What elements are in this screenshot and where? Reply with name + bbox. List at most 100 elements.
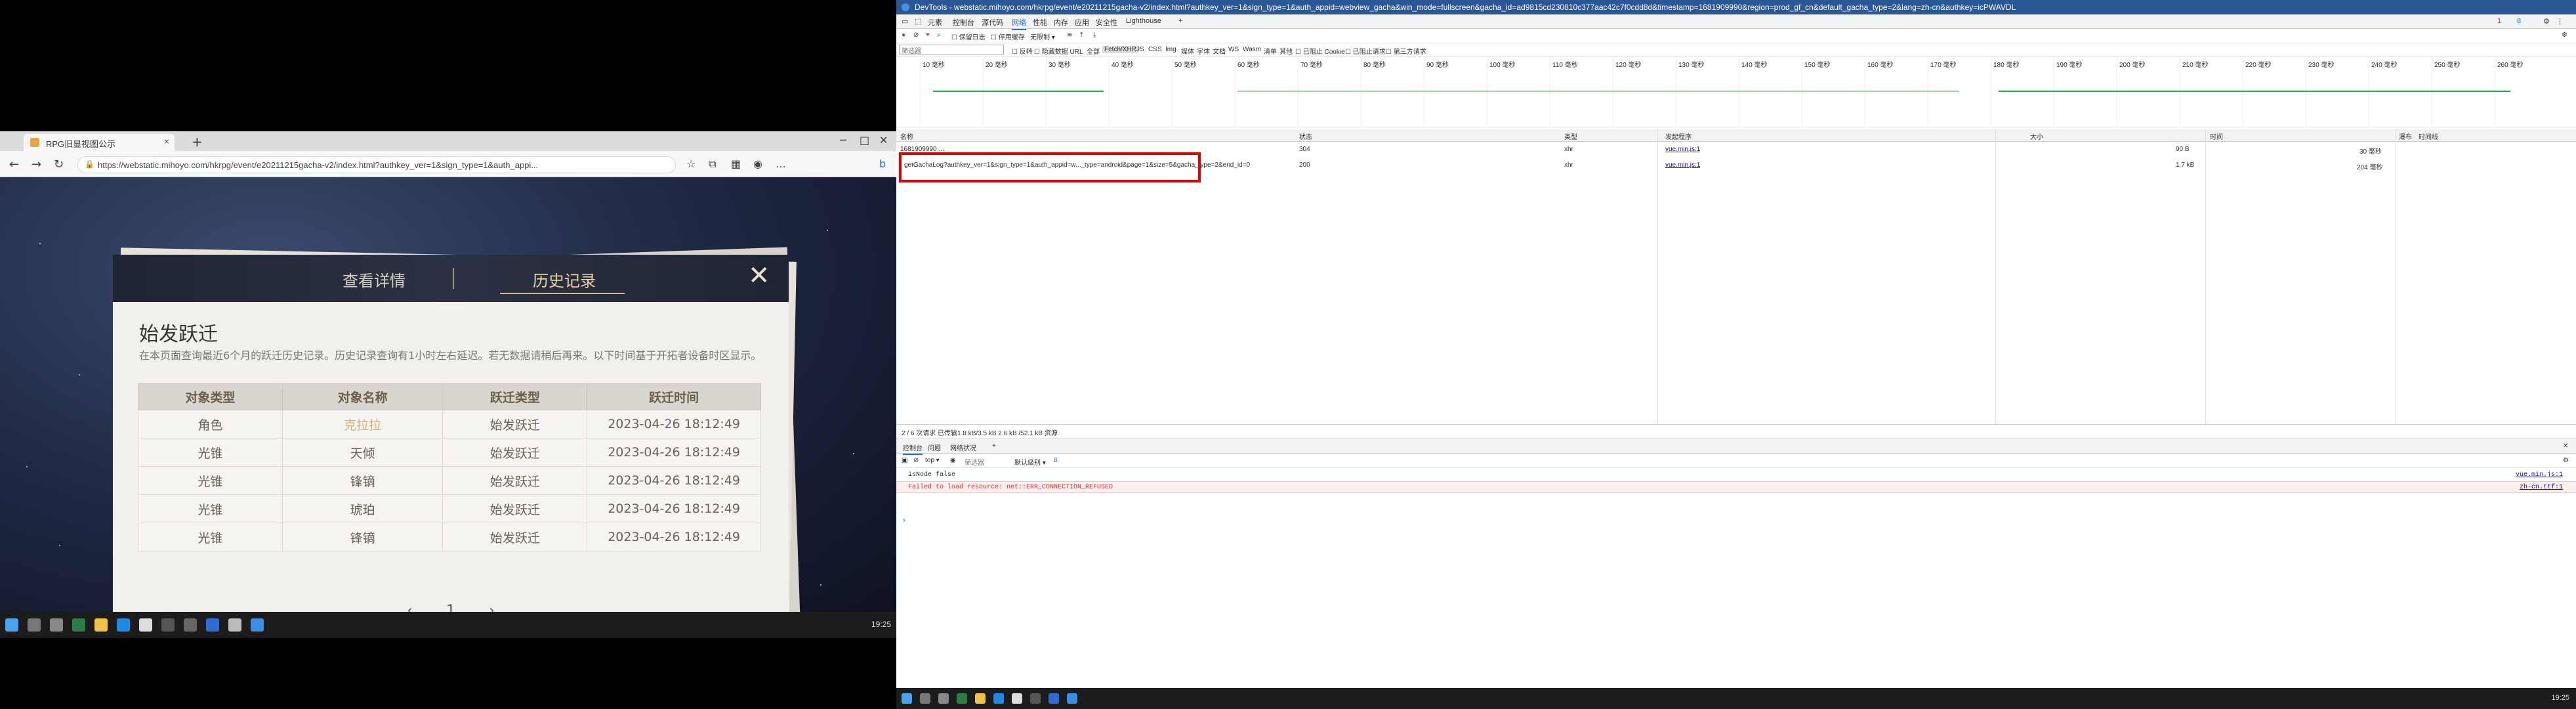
console-filter-input[interactable]: 筛选器 bbox=[965, 457, 984, 467]
preserve-log-checkbox[interactable]: ☐ 保留日志 bbox=[951, 32, 986, 41]
extensions-icon[interactable]: ⧉ bbox=[709, 158, 716, 171]
filter-icon[interactable]: ⏷ bbox=[925, 32, 930, 39]
log-source-link[interactable]: zh-cn.ttf:1 bbox=[2520, 484, 2563, 491]
drawer-tab-issues[interactable]: 问题 bbox=[928, 442, 941, 452]
filter-other[interactable]: 其他 bbox=[1279, 46, 1293, 56]
filter-media[interactable]: 媒体 bbox=[1181, 46, 1194, 56]
network-settings-icon[interactable]: ⚙ bbox=[2562, 32, 2567, 39]
edge-icon[interactable] bbox=[117, 618, 130, 632]
notepad-icon[interactable] bbox=[1012, 693, 1022, 704]
app-icon[interactable] bbox=[184, 618, 197, 632]
filter-hide-data-url[interactable]: ☐ 隐藏数据 URL bbox=[1034, 46, 1083, 56]
forward-icon[interactable]: → bbox=[31, 158, 41, 171]
settings-icon[interactable]: ⚙ bbox=[2543, 17, 2550, 26]
error-count-badge[interactable]: 1 bbox=[2497, 17, 2501, 25]
address-bar[interactable]: 🔒 https://webstatic.mihoyo.com/hkrpg/eve… bbox=[77, 156, 676, 173]
file-explorer-icon[interactable] bbox=[94, 618, 108, 632]
col-name[interactable]: 名称 bbox=[900, 131, 913, 141]
col-type[interactable]: 类型 bbox=[1564, 131, 1577, 141]
app-icon[interactable] bbox=[161, 618, 175, 632]
drawer-tab-network-conditions[interactable]: 网络状况 bbox=[950, 442, 976, 452]
tab-performance[interactable]: 性能 bbox=[1033, 17, 1047, 28]
search-icon[interactable] bbox=[28, 618, 41, 632]
tab-details[interactable]: 查看详情 bbox=[343, 268, 405, 291]
filter-manifest[interactable]: 清单 bbox=[1264, 46, 1277, 56]
refresh-icon[interactable]: ↻ bbox=[54, 158, 64, 171]
back-icon[interactable]: ← bbox=[9, 158, 19, 171]
task-view-icon[interactable] bbox=[50, 618, 63, 632]
log-level-select[interactable]: 默认级别 ▾ bbox=[1014, 457, 1046, 467]
favorites-icon[interactable]: ☆ bbox=[686, 158, 696, 170]
col-initiator[interactable]: 发起程序 bbox=[1665, 131, 1692, 141]
bing-icon[interactable]: b bbox=[879, 158, 886, 170]
download-icon[interactable]: ⤓ bbox=[1093, 32, 1096, 39]
tab-security[interactable]: 安全性 bbox=[1096, 17, 1117, 28]
request-initiator-link[interactable]: vue.min.js:1 bbox=[1665, 161, 1700, 169]
filter-img[interactable]: Img bbox=[1165, 46, 1176, 53]
app-icon[interactable] bbox=[1030, 693, 1041, 704]
disable-cache-checkbox[interactable]: ☐ 停用缓存 bbox=[991, 32, 1025, 41]
edge-icon[interactable] bbox=[993, 693, 1004, 704]
col-waterfall[interactable]: 瀑布 bbox=[2399, 131, 2412, 141]
filter-font[interactable]: 字体 bbox=[1197, 46, 1210, 56]
settings-more-icon[interactable]: … bbox=[776, 158, 786, 170]
filter-wasm[interactable]: Wasm bbox=[1243, 46, 1261, 53]
close-drawer-icon[interactable]: ✕ bbox=[2563, 442, 2568, 450]
sidebar-toggle-icon[interactable]: ▣ bbox=[902, 457, 907, 464]
eye-icon[interactable]: ◉ bbox=[950, 457, 956, 464]
task-view-icon[interactable] bbox=[938, 693, 949, 704]
close-window-icon[interactable]: ✕ bbox=[879, 134, 888, 146]
filter-third-party[interactable]: ☐ 第三方请求 bbox=[1386, 46, 1426, 56]
app-icon[interactable] bbox=[957, 693, 967, 704]
clear-icon[interactable]: ⊘ bbox=[913, 32, 919, 39]
col-time[interactable]: 时间 bbox=[2210, 131, 2223, 141]
app-icon[interactable] bbox=[228, 618, 241, 632]
console-settings-icon[interactable]: ⚙ bbox=[2563, 457, 2569, 464]
filter-all[interactable]: 全部 bbox=[1087, 46, 1100, 56]
filter-css[interactable]: CSS bbox=[1148, 46, 1162, 53]
tab-application[interactable]: 应用 bbox=[1075, 17, 1089, 28]
issues-badge[interactable]: 8 bbox=[1054, 457, 1058, 464]
file-explorer-icon[interactable] bbox=[975, 693, 986, 704]
close-icon[interactable]: ✕ bbox=[748, 263, 770, 289]
console-prompt[interactable]: › bbox=[903, 515, 905, 525]
collections-icon[interactable]: ▦ bbox=[731, 158, 741, 170]
col-status[interactable]: 状态 bbox=[1299, 131, 1312, 141]
new-tab-button[interactable]: + bbox=[192, 134, 203, 150]
filter-doc[interactable]: 文档 bbox=[1213, 46, 1226, 56]
browser-icon[interactable] bbox=[1067, 693, 1077, 704]
add-drawer-tab-icon[interactable]: + bbox=[992, 442, 996, 450]
more-options-icon[interactable]: ⋮ bbox=[2556, 17, 2564, 26]
search-icon[interactable] bbox=[920, 693, 930, 704]
clear-console-icon[interactable]: ⊘ bbox=[913, 457, 919, 464]
filter-invert[interactable]: ☐ 反转 bbox=[1012, 46, 1033, 56]
network-filter-input[interactable]: 筛选器 bbox=[899, 45, 1004, 55]
throttling-select[interactable]: 无限制 ▾ bbox=[1030, 32, 1055, 41]
tab-network[interactable]: 网络 bbox=[1012, 17, 1026, 30]
vscode-icon[interactable] bbox=[1049, 693, 1059, 704]
start-icon[interactable] bbox=[902, 693, 912, 704]
start-icon[interactable] bbox=[5, 618, 18, 632]
minimize-icon[interactable]: ─ bbox=[840, 134, 846, 146]
tab-sources[interactable]: 源代码 bbox=[982, 17, 1003, 28]
tab-history[interactable]: 历史记录 bbox=[533, 268, 596, 291]
filter-ws[interactable]: WS bbox=[1228, 46, 1239, 53]
log-source-link[interactable]: vue.min.js:1 bbox=[2516, 471, 2563, 479]
tab-memory[interactable]: 内存 bbox=[1054, 17, 1068, 28]
tab-console[interactable]: 控制台 bbox=[953, 17, 974, 28]
search-icon[interactable]: ⌕ bbox=[937, 32, 941, 39]
filter-blocked-cookies[interactable]: ☐ 已阻止 Cookie bbox=[1295, 46, 1345, 56]
vscode-icon[interactable] bbox=[206, 618, 219, 632]
more-tabs-icon[interactable]: + bbox=[1178, 17, 1182, 25]
wifi-icon[interactable]: ≋ bbox=[1067, 32, 1072, 39]
request-initiator-link[interactable]: vue.min.js:1 bbox=[1665, 146, 1700, 153]
context-select[interactable]: top ▾ bbox=[925, 457, 940, 464]
record-icon[interactable]: ● bbox=[902, 32, 905, 39]
filter-js[interactable]: JS bbox=[1136, 46, 1144, 53]
maximize-icon[interactable]: □ bbox=[860, 134, 869, 146]
tab-lighthouse[interactable]: Lighthouse bbox=[1126, 17, 1161, 25]
col-size[interactable]: 大小 bbox=[2030, 131, 2043, 141]
notepad-icon[interactable] bbox=[139, 618, 152, 632]
profile-icon[interactable]: ◉ bbox=[753, 158, 762, 170]
inspect-icon[interactable]: ⬚ bbox=[915, 17, 921, 26]
